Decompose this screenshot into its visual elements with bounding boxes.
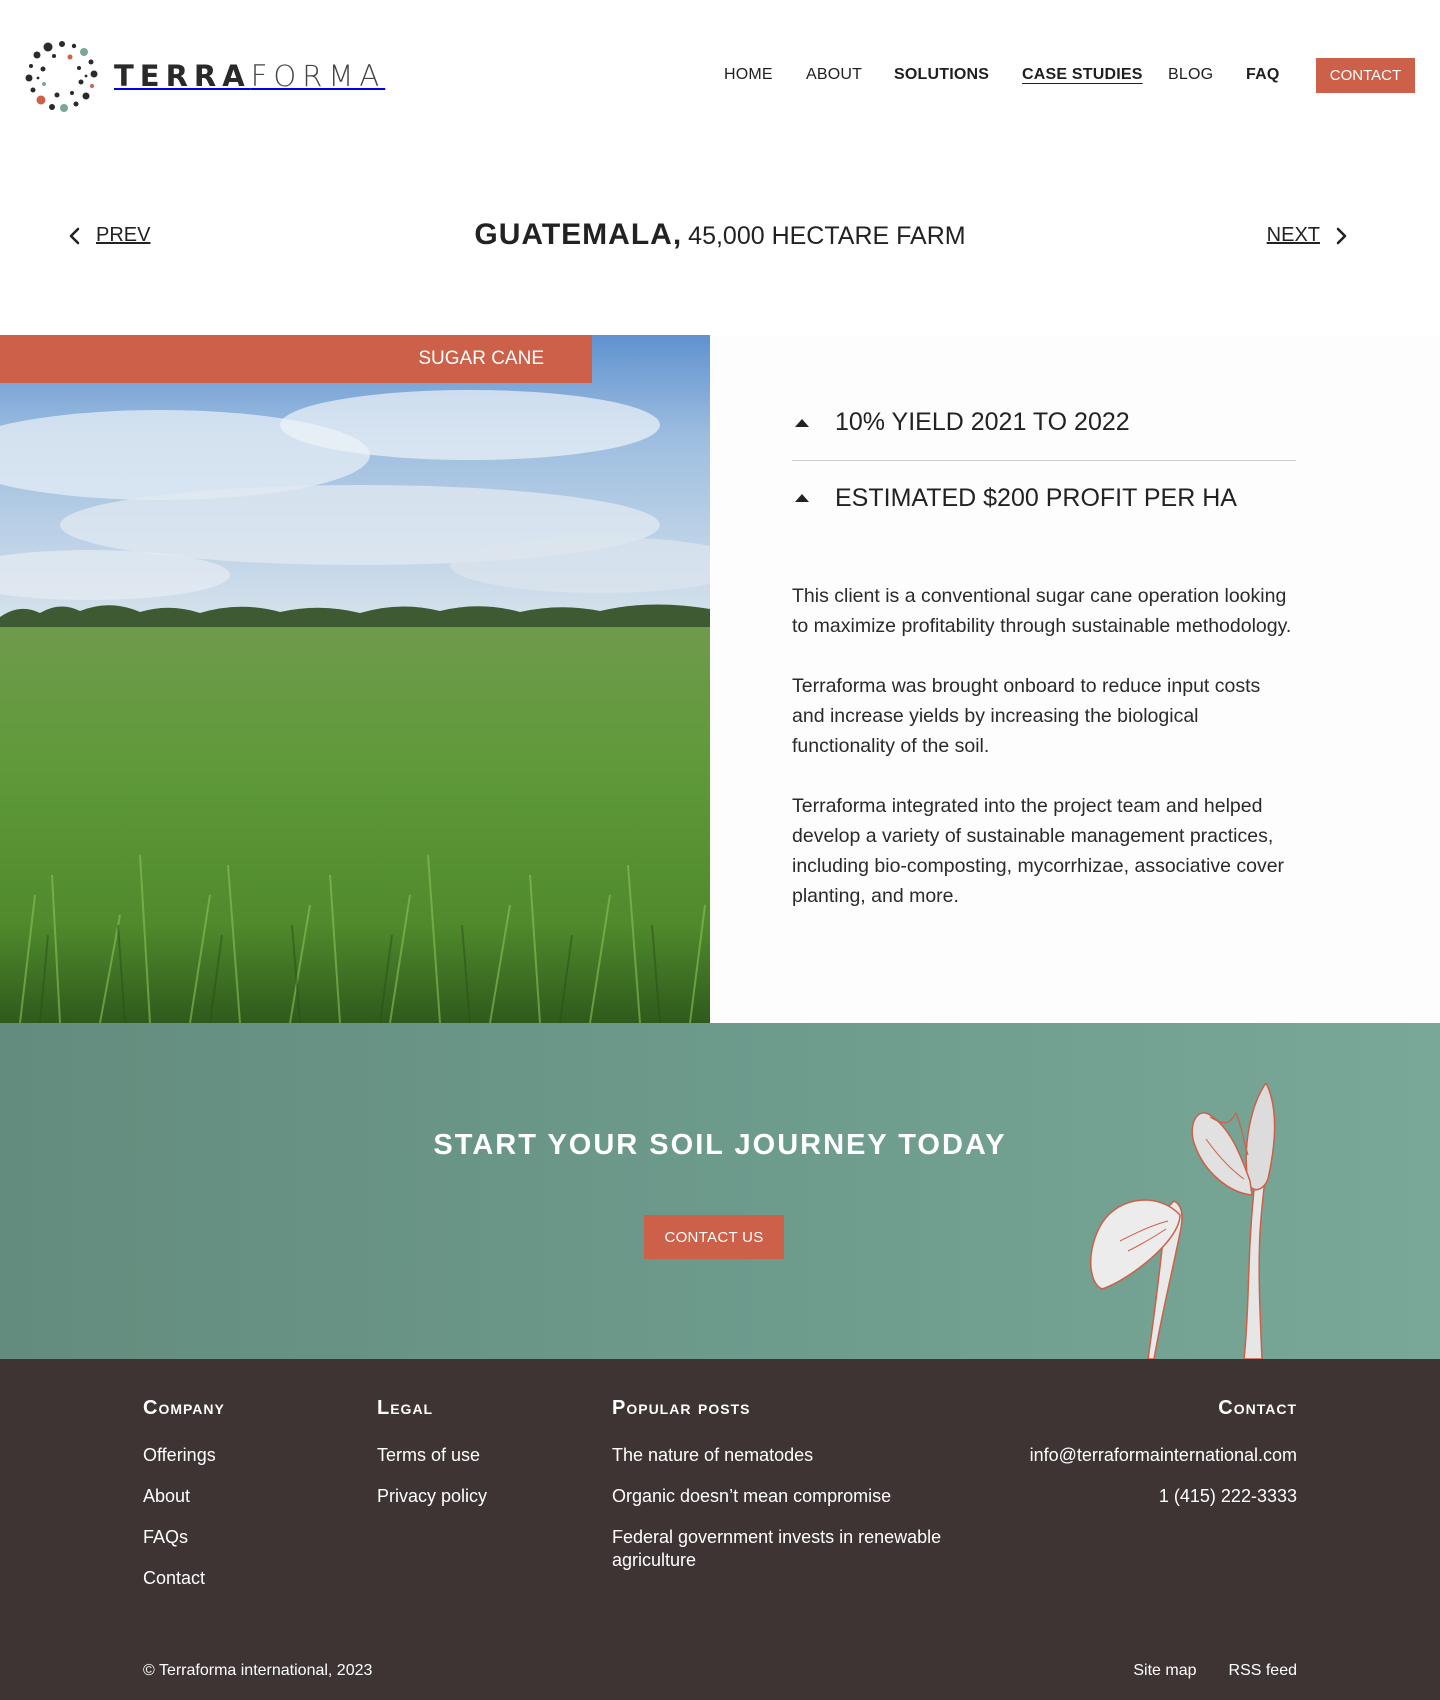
footer-link-privacy[interactable]: Privacy policy — [377, 1485, 487, 1508]
triangle-up-icon — [795, 494, 809, 502]
footer-phone-link[interactable]: 1 (415) 222-3333 — [1030, 1485, 1297, 1508]
footer-link-faqs[interactable]: FAQs — [143, 1526, 225, 1549]
copyright: © Terraforma international, 2023 — [143, 1662, 373, 1679]
nav-contact-button[interactable]: CONTACT — [1316, 58, 1415, 93]
footer-link-contact[interactable]: Contact — [143, 1567, 225, 1590]
footer-heading: Company — [143, 1397, 225, 1419]
footer-heading: Legal — [377, 1397, 434, 1419]
footer-company-column: Company Offerings About FAQs Contact — [143, 1397, 225, 1608]
footer-post-link[interactable]: Federal government invests in renewable … — [612, 1526, 952, 1572]
case-content: SUGAR CANE 10% YIELD 2021 TO 2022 ESTIMA… — [0, 335, 1440, 1023]
footer-heading: Contact — [1218, 1397, 1297, 1419]
footer-popular-column: Popular posts The nature of nematodes Or… — [612, 1397, 952, 1590]
nav-solutions[interactable]: SOLUTIONS — [894, 66, 989, 84]
next-label: NEXT — [1266, 224, 1320, 246]
footer-post-link[interactable]: Organic doesn’t mean compromise — [612, 1485, 952, 1508]
stat-item[interactable]: 10% YIELD 2021 TO 2022 — [792, 385, 1296, 460]
next-link[interactable]: NEXT — [1267, 224, 1348, 247]
page-title-country: GUATEMALA, — [474, 218, 683, 251]
sugar-cane-field-image — [0, 335, 710, 1023]
footer-legal-column: Legal Terms of use Privacy policy — [377, 1397, 487, 1526]
footer-link-offerings[interactable]: Offerings — [143, 1444, 225, 1467]
crop-tag: SUGAR CANE — [0, 335, 592, 383]
nav-home[interactable]: HOME — [724, 66, 773, 84]
nav-faq[interactable]: FAQ — [1246, 66, 1280, 84]
stat-item[interactable]: ESTIMATED $200 PROFIT PER HA — [792, 460, 1296, 535]
main-nav: HOME ABOUT SOLUTIONS CASE STUDIES BLOG F… — [0, 58, 1440, 94]
triangle-up-icon — [795, 418, 809, 427]
chevron-right-icon — [1336, 227, 1347, 244]
footer-heading: Popular posts — [612, 1397, 751, 1419]
description-paragraph: Terraforma integrated into the project t… — [792, 795, 1285, 907]
description-paragraph: This client is a conventional sugar cane… — [792, 585, 1292, 637]
footer-link-about[interactable]: About — [143, 1485, 225, 1508]
footer-bottom-links: Site map RSS feed — [1133, 1662, 1297, 1680]
site-map-link[interactable]: Site map — [1133, 1662, 1196, 1680]
site-footer: Company Offerings About FAQs Contact Leg… — [0, 1359, 1440, 1700]
case-description: This client is a conventional sugar cane… — [792, 581, 1296, 911]
stat-label: ESTIMATED $200 PROFIT PER HA — [835, 483, 1237, 512]
cta-banner: START YOUR SOIL JOURNEY TODAY CONTACT US — [0, 1023, 1440, 1359]
nav-case-studies[interactable]: CASE STUDIES — [1022, 66, 1143, 84]
description-paragraph: Terraforma was brought onboard to reduce… — [792, 675, 1261, 757]
footer-email-link[interactable]: info@terraformainternational.com — [1030, 1444, 1297, 1467]
site-header: TERRAFORMA HOME ABOUT SOLUTIONS CASE STU… — [0, 0, 1440, 152]
contact-us-button[interactable]: CONTACT US — [644, 1215, 784, 1259]
page-title: GUATEMALA, 45,000 HECTARE FARM — [0, 218, 1440, 252]
footer-contact-column: Contact info@terraformainternational.com… — [1030, 1397, 1297, 1526]
case-title-row: PREV GUATEMALA, 45,000 HECTARE FARM NEXT — [0, 212, 1440, 264]
rss-feed-link[interactable]: RSS feed — [1229, 1662, 1297, 1680]
nav-about[interactable]: ABOUT — [806, 66, 862, 84]
footer-link-terms[interactable]: Terms of use — [377, 1444, 487, 1467]
footer-post-link[interactable]: The nature of nematodes — [612, 1444, 952, 1467]
stats-list: 10% YIELD 2021 TO 2022 ESTIMATED $200 PR… — [792, 385, 1296, 535]
sprout-icon — [1090, 1083, 1276, 1359]
page-title-subtitle: 45,000 HECTARE FARM — [688, 222, 966, 250]
field-photo: SUGAR CANE — [0, 335, 710, 1023]
nav-blog[interactable]: BLOG — [1168, 66, 1213, 84]
stat-label: 10% YIELD 2021 TO 2022 — [835, 408, 1130, 436]
